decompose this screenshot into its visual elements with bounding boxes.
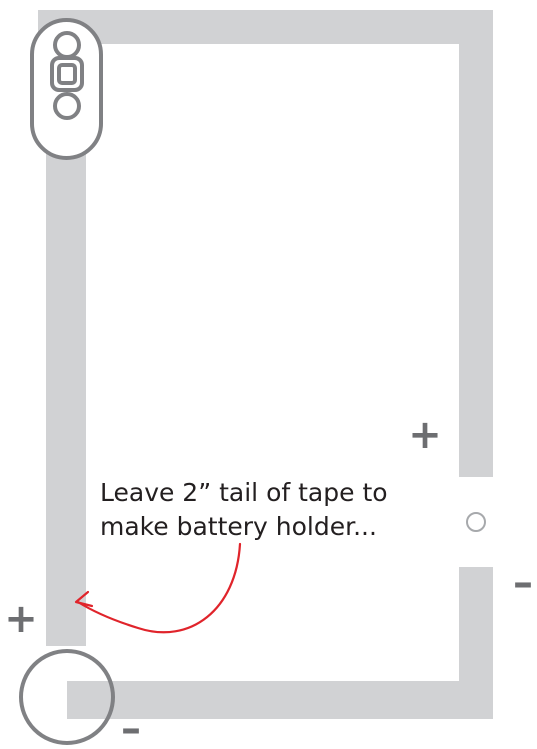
battery-plus-symbol: + [4, 596, 38, 642]
copper-tape-path [38, 10, 493, 719]
battery-minus-symbol: – [121, 706, 141, 749]
led-plus-symbol: + [408, 412, 442, 458]
led-icon [466, 512, 486, 532]
note-line-1: Leave 2” tail of tape to [100, 478, 388, 507]
led-minus-symbol: – [513, 560, 533, 606]
circuit-diagram: + – + – [4, 10, 533, 749]
battery-holder-note: Leave 2” tail of tape to make battery ho… [100, 476, 400, 544]
curved-arrow-icon [74, 542, 242, 634]
note-line-2: make battery holder... [100, 512, 377, 541]
tape-top-segment [38, 10, 493, 44]
slide-switch-icon [30, 18, 103, 160]
tape-right-upper-segment [459, 10, 493, 477]
